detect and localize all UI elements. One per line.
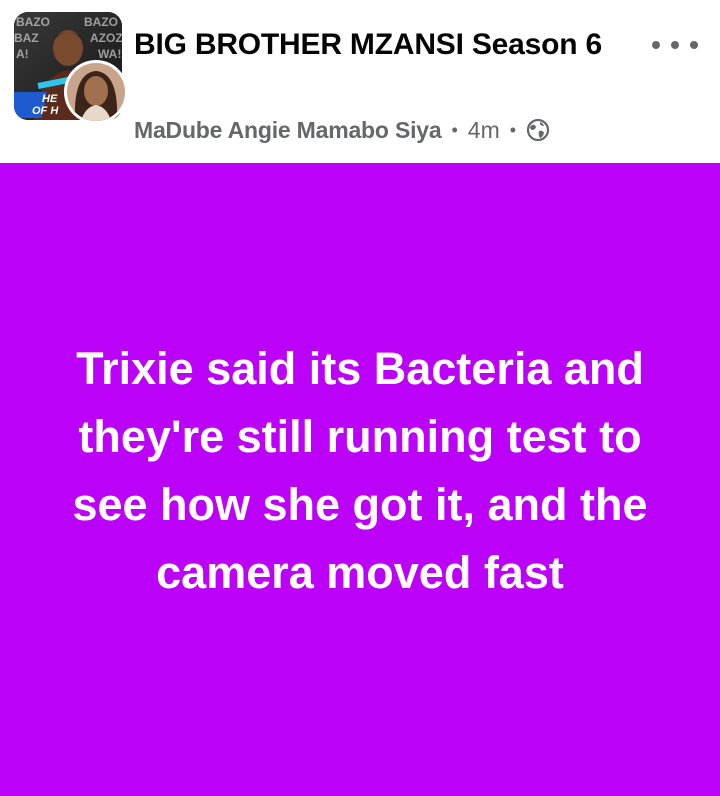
globe-icon <box>526 118 550 142</box>
svg-text:AZOZ: AZOZ <box>90 31 122 45</box>
post-time[interactable]: 4m <box>468 117 500 144</box>
svg-text:OF H: OF H <box>32 105 59 117</box>
member-avatar-image <box>67 63 125 121</box>
post-content[interactable]: Trixie said its Bacteria and they're sti… <box>0 163 720 796</box>
more-options-icon <box>671 41 679 49</box>
meta-separator: • <box>509 119 517 140</box>
author-name[interactable]: MaDube Angie Mamabo Siya <box>134 117 442 144</box>
more-options-button[interactable] <box>652 30 698 60</box>
svg-text:BAZ: BAZ <box>14 31 39 45</box>
svg-text:HE: HE <box>42 93 58 105</box>
more-options-icon <box>690 41 698 49</box>
post-meta: MaDube Angie Mamabo Siya • 4m • <box>134 114 550 146</box>
more-options-icon <box>652 41 660 49</box>
post-text: Trixie said its Bacteria and they're sti… <box>72 342 648 598</box>
post-header: BAZO BAZO BAZ AZOZ A! WA! HE OF H BIG BR… <box>0 0 720 163</box>
member-avatar[interactable] <box>64 60 128 124</box>
svg-text:A!: A! <box>16 47 29 61</box>
svg-text:WA!: WA! <box>98 47 121 61</box>
group-name[interactable]: BIG BROTHER MZANSI Season 6 <box>134 26 634 64</box>
svg-text:BAZO: BAZO <box>16 15 50 29</box>
svg-text:BAZO: BAZO <box>84 15 118 29</box>
meta-separator: • <box>451 119 458 140</box>
